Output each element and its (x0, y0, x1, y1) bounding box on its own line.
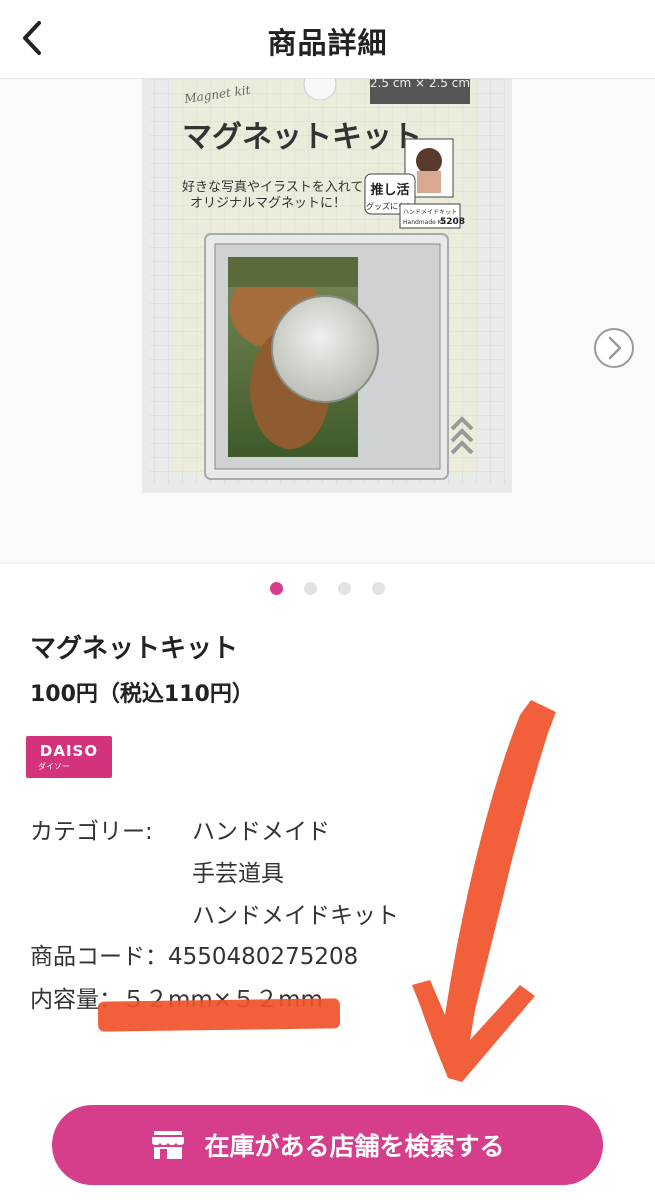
product-size-value: ５２mm×５２mm (122, 987, 323, 1013)
svg-text:推し活: 推し活 (370, 182, 409, 198)
svg-text:2.5 cm × 2.5 cm: 2.5 cm × 2.5 cm (370, 79, 470, 90)
carousel-dot[interactable] (338, 582, 352, 595)
product-image: 2.5 cm × 2.5 cm Magnet kit マグネットキット 好きな写… (142, 79, 512, 493)
product-size: 内容量：５２mm×５２mm (30, 980, 323, 1014)
category-value: ハンドメイド (192, 819, 330, 845)
chevron-right-icon (594, 328, 634, 368)
store-icon (152, 1131, 185, 1159)
brand-logo-text: DAISO (39, 742, 99, 760)
brand-logo: DAISO ダイソー (26, 736, 112, 778)
svg-text:ハンドメイドキット: ハンドメイドキット (403, 209, 457, 216)
svg-text:5208: 5208 (440, 217, 465, 227)
svg-text:マグネットキット: マグネットキット (182, 120, 422, 155)
product-code-value: 4550480275208 (168, 944, 359, 970)
search-store-stock-button[interactable]: 在庫がある店舗を検索する (52, 1105, 603, 1185)
svg-text:オリジナルマグネットに！: オリジナルマグネットに！ (190, 196, 346, 211)
next-image-button[interactable] (592, 326, 636, 370)
search-store-stock-label: 在庫がある店舗を検索する (204, 1132, 505, 1161)
product-code: 商品コード：4550480275208 (30, 937, 358, 971)
annotation-arrow (412, 700, 556, 1082)
page-title: 商品詳細 (267, 26, 388, 60)
carousel-dot[interactable] (372, 582, 386, 595)
carousel-dot-active[interactable] (269, 582, 283, 595)
category-value: ハンドメイドキット (192, 903, 399, 929)
product-name: マグネットキット (30, 634, 239, 664)
carousel-dot[interactable] (303, 582, 317, 595)
product-image-carousel[interactable]: 2.5 cm × 2.5 cm Magnet kit マグネットキット 好きな写… (0, 79, 655, 564)
top-bar: 商品詳細 (0, 0, 655, 79)
product-price: 100円（税込110円） (30, 682, 254, 707)
category-label: カテゴリー: (30, 819, 153, 845)
svg-text:好きな写真やイラストを入れて: 好きな写真やイラストを入れて (182, 180, 363, 195)
product-size-label: 内容量： (30, 987, 122, 1013)
category-value: 手芸道具 (192, 861, 284, 887)
carousel-pagination (0, 580, 655, 595)
product-code-label: 商品コード： (30, 944, 168, 970)
brand-logo-subtext: ダイソー (38, 762, 70, 771)
